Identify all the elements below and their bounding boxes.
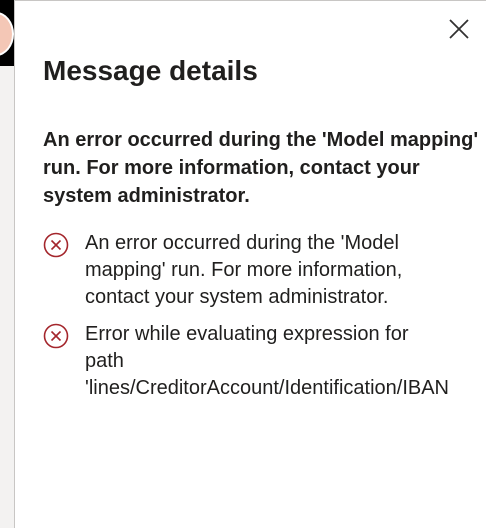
error-circle-icon [43, 323, 69, 349]
close-icon [449, 19, 469, 39]
message-item: Error while evaluating expression for pa… [43, 321, 486, 402]
message-line: contact your system administrator. [85, 286, 389, 308]
close-button[interactable] [444, 14, 474, 44]
message-item: An error occurred during the 'Model mapp… [43, 230, 486, 311]
message-details-panel: Message details An error occurred during… [15, 0, 486, 528]
message-line: Error while evaluating expression for [85, 323, 409, 345]
panel-title: Message details [43, 55, 258, 86]
message-line: An error occurred during the 'Model [85, 232, 399, 254]
error-summary: An error occurred during the 'Model mapp… [43, 129, 479, 207]
background-app [0, 0, 15, 528]
page: Message details An error occurred during… [0, 0, 486, 528]
message-line: path [85, 350, 124, 372]
message-line: 'lines/CreditorAccount/Identification/IB… [85, 377, 449, 399]
error-circle-icon [43, 232, 69, 258]
message-line: mapping' run. For more information, [85, 259, 403, 281]
message-list: An error occurred during the 'Model mapp… [43, 230, 486, 412]
